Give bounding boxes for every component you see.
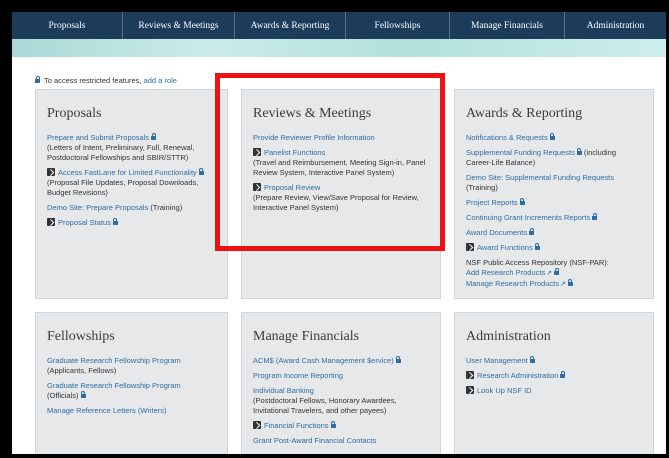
external-box-icon	[47, 168, 55, 176]
grfp-officials-link[interactable]: Graduate Research Fellowship Program	[47, 381, 216, 391]
card-administration: Administration User Management Research …	[454, 312, 654, 454]
individual-banking-desc: (Postdoctoral Fellows, Honorary Awardees…	[253, 396, 397, 415]
supplemental-funding-link[interactable]: Supplemental Funding Requests	[466, 148, 575, 157]
grant-post-award-link[interactable]: Grant Post-Award Financial Contacts	[253, 436, 429, 446]
user-management-link[interactable]: User Management	[466, 356, 528, 365]
card-title: Fellowships	[47, 329, 115, 344]
external-box-icon	[47, 218, 55, 226]
access-fastlane-link[interactable]: Access FastLane for Limited Functionalit…	[58, 168, 197, 177]
restricted-notice: To access restricted features, add a rol…	[35, 76, 177, 85]
lock-icon	[395, 356, 401, 363]
nav-manage-financials[interactable]: Manage Financials	[450, 12, 565, 39]
panelist-functions-desc: (Travel and Reimbursement, Meeting Sign-…	[253, 158, 426, 177]
external-box-icon	[253, 421, 261, 429]
prepare-submit-proposals-link[interactable]: Prepare and Submit Proposals	[47, 133, 149, 142]
external-box-icon	[253, 183, 261, 191]
manage-reference-letters-link[interactable]: Manage Reference Letters (Writers)	[47, 406, 216, 416]
panelist-functions-link[interactable]: Panelist Functions	[264, 148, 325, 157]
lock-icon	[567, 279, 573, 286]
add-role-link[interactable]: add a role	[144, 76, 177, 85]
lock-icon	[80, 391, 86, 398]
lock-icon	[112, 218, 118, 225]
external-box-icon	[466, 243, 474, 251]
sub-navbar	[12, 39, 666, 57]
card-manage-financials: Manage Financials ACM$ (Award Cash Manag…	[241, 312, 441, 454]
proposal-review-link[interactable]: Proposal Review	[264, 183, 320, 192]
external-box-icon	[466, 386, 474, 394]
external-link-icon: ↗	[546, 270, 553, 277]
project-reports-link[interactable]: Project Reports	[466, 198, 518, 207]
notifications-requests-link[interactable]: Notifications & Requests	[466, 133, 548, 142]
award-documents-link[interactable]: Award Documents	[466, 228, 527, 237]
demo-supplemental-link[interactable]: Demo Site: Supplemental Funding Requests	[466, 173, 642, 183]
award-functions-link[interactable]: Award Functions	[477, 243, 533, 252]
demo-prepare-proposals-link[interactable]: Demo Site: Prepare Proposals	[47, 203, 148, 212]
external-box-icon	[466, 371, 474, 379]
add-research-products-link[interactable]: Add Research Products	[466, 268, 545, 277]
main-navbar: Proposals Reviews & Meetings Awards & Re…	[12, 12, 666, 39]
nav-awards-reporting[interactable]: Awards & Reporting	[235, 12, 346, 39]
grfp-officials-desc: (Officials)	[47, 391, 79, 400]
lock-icon	[35, 76, 40, 83]
lock-icon	[560, 371, 566, 378]
card-proposals: Proposals Prepare and Submit Proposals (…	[35, 89, 228, 299]
lock-icon	[529, 228, 535, 235]
external-box-icon	[253, 148, 261, 156]
financial-functions-link[interactable]: Financial Functions	[264, 421, 329, 430]
card-title: Administration	[466, 329, 551, 344]
lock-icon	[554, 268, 560, 275]
card-title: Manage Financials	[253, 329, 360, 344]
card-awards-reporting: Awards & Reporting Notifications & Reque…	[454, 89, 654, 299]
nav-administration[interactable]: Administration	[565, 12, 666, 39]
lock-icon	[576, 148, 582, 155]
nav-proposals[interactable]: Proposals	[12, 12, 123, 39]
prepare-submit-desc: (Letters of Intent, Preliminary, Full, R…	[47, 143, 195, 162]
proposal-status-link[interactable]: Proposal Status	[58, 218, 111, 227]
notice-text: To access restricted features,	[43, 76, 142, 85]
grfp-applicants-desc: (Applicants, Fellows)	[47, 366, 117, 375]
lock-icon	[534, 243, 540, 250]
nsf-par-label: NSF Public Access Repository (NSF-PAR):	[466, 258, 609, 267]
lock-icon	[198, 168, 204, 175]
external-link-icon: ↗	[559, 281, 566, 288]
demo-supplemental-desc: (Training)	[466, 183, 498, 192]
card-reviews-meetings: Reviews & Meetings Provide Reviewer Prof…	[241, 89, 441, 299]
card-title: Proposals	[47, 106, 102, 121]
lock-icon	[151, 133, 157, 140]
grfp-applicants-link[interactable]: Graduate Research Fellowship Program	[47, 356, 216, 366]
nav-fellowships[interactable]: Fellowships	[346, 12, 450, 39]
lock-icon	[519, 198, 525, 205]
lock-icon	[330, 421, 336, 428]
look-up-nsf-id-link[interactable]: Look Up NSF ID	[477, 386, 532, 395]
proposal-review-desc: (Prepare Review, View/Save Proposal for …	[253, 193, 419, 212]
nav-reviews-meetings[interactable]: Reviews & Meetings	[123, 12, 235, 39]
research-administration-link[interactable]: Research Administration	[477, 371, 558, 380]
acms-link[interactable]: ACM$ (Award Cash Management $ervice)	[253, 356, 394, 365]
demo-training-text: (Training)	[150, 203, 183, 212]
continuing-grant-link[interactable]: Continuing Grant Increments Reports	[466, 213, 590, 222]
lock-icon	[549, 133, 555, 140]
reviewer-profile-link[interactable]: Provide Reviewer Profile Information	[253, 133, 429, 143]
lock-icon	[592, 213, 598, 220]
card-title: Awards & Reporting	[466, 106, 583, 121]
lock-icon	[529, 356, 535, 363]
program-income-link[interactable]: Program Income Reporting	[253, 371, 429, 381]
access-fastlane-desc: (Proposal File Updates, Proposal Downloa…	[47, 178, 199, 197]
individual-banking-link[interactable]: Individual Banking	[253, 386, 429, 396]
manage-research-products-link[interactable]: Manage Research Products	[466, 279, 559, 288]
card-title: Reviews & Meetings	[253, 106, 372, 121]
card-fellowships: Fellowships Graduate Research Fellowship…	[35, 312, 228, 454]
app-frame: Proposals Reviews & Meetings Awards & Re…	[12, 12, 666, 454]
